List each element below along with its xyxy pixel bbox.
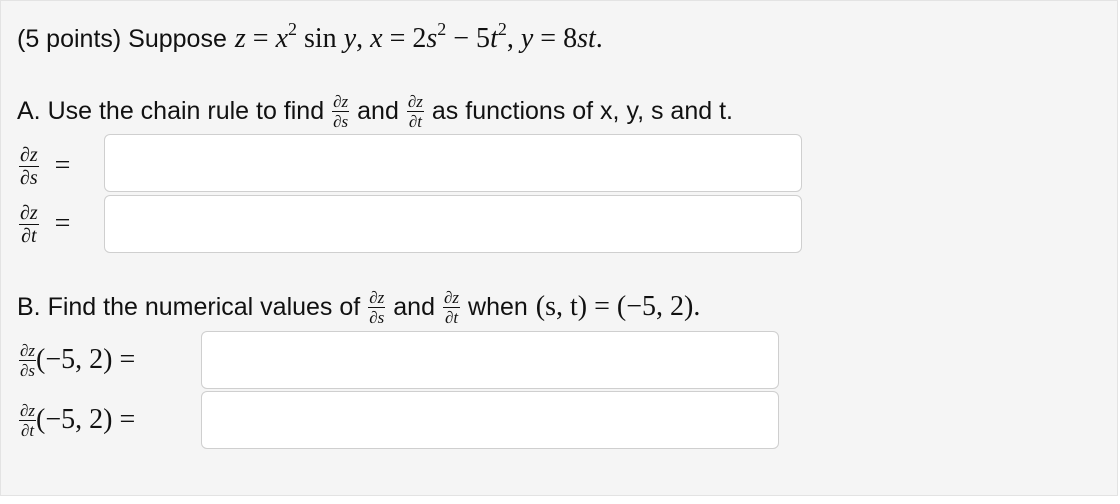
fraction-dz-dt: ∂z ∂t <box>442 287 461 327</box>
fraction-dz-dt: ∂z ∂t <box>19 400 37 440</box>
var-t: t <box>490 23 498 54</box>
numerator: ∂z <box>368 287 386 308</box>
part-b-prefix: B. Find the numerical values of <box>17 292 361 321</box>
denominator: ∂s <box>20 360 36 380</box>
denominator: ∂s <box>20 166 38 189</box>
equals-sign: = <box>54 208 71 239</box>
numerator: ∂z <box>19 340 37 361</box>
answer-row-dzds: ∂z ∂s = <box>19 141 70 191</box>
dzdt-input[interactable] <box>104 195 802 253</box>
part-a-suffix: as functions of x, y, s and t. <box>431 96 733 125</box>
var-z: z <box>234 23 246 54</box>
var-y-2: y <box>520 23 534 54</box>
var-y: y <box>343 23 357 54</box>
part-a-intro: A. Use the chain rule to find ∂z ∂s and … <box>17 89 733 133</box>
fraction-dz-dt: ∂z ∂t <box>406 91 424 131</box>
equals-2: = 2 <box>382 23 427 54</box>
value-row-dzdt: ∂z ∂t (−5, 2) = <box>19 395 135 445</box>
numerator: ∂z <box>19 201 39 225</box>
part-a-prefix: A. Use the chain rule to find <box>17 96 325 125</box>
denominator: ∂t <box>408 111 422 131</box>
sin-op: sin <box>297 23 344 54</box>
fraction-dz-ds: ∂z ∂s <box>332 91 350 131</box>
part-b-intro: B. Find the numerical values of ∂z ∂s an… <box>17 285 700 329</box>
question-header: (5 points) Suppose z = x2 sin y, x = 2s2… <box>17 19 603 59</box>
when-label: when <box>468 292 528 321</box>
points-label: (5 points) Suppose <box>17 24 227 53</box>
numerator: ∂z <box>406 91 424 112</box>
dzds-value-input[interactable] <box>201 331 779 389</box>
and-label: and <box>393 292 435 321</box>
period: . <box>595 23 603 54</box>
exponent-1: 2 <box>288 18 297 39</box>
header-equation: z = x2 sin y, x = 2s2 − 5t2, y = 8st. <box>234 20 603 55</box>
denominator: ∂t <box>20 420 35 440</box>
fraction-dz-ds: ∂z ∂s <box>19 340 37 380</box>
equals-sign: = <box>54 150 71 181</box>
question-panel: (5 points) Suppose z = x2 sin y, x = 2s2… <box>0 0 1118 496</box>
denominator: ∂t <box>444 307 459 327</box>
denominator: ∂t <box>21 224 37 247</box>
condition-math: (s, t) = (−5, 2). <box>535 291 701 322</box>
exponent-3: 2 <box>497 18 507 39</box>
dzdt-value-input[interactable] <box>201 391 779 449</box>
denominator: ∂s <box>369 307 385 327</box>
comma-1: , <box>356 23 371 54</box>
fraction-dz-ds: ∂z ∂s <box>19 145 39 188</box>
equals-3: = 8 <box>533 23 578 54</box>
fraction-dz-ds: ∂z ∂s <box>368 287 386 327</box>
var-s: s <box>426 23 438 54</box>
and-label: and <box>357 96 399 125</box>
numerator: ∂z <box>332 91 350 112</box>
dzds-input[interactable] <box>104 134 802 192</box>
minus-term: − 5 <box>446 23 491 54</box>
numerator: ∂z <box>19 400 37 421</box>
var-st: st <box>577 23 596 54</box>
point-label: (−5, 2) = <box>36 344 136 375</box>
point-label: (−5, 2) = <box>36 404 136 435</box>
var-x: x <box>275 23 288 54</box>
exponent-2: 2 <box>437 18 447 39</box>
value-row-dzds: ∂z ∂s (−5, 2) = <box>19 335 135 385</box>
equals-1: = <box>245 23 276 54</box>
numerator: ∂z <box>19 143 39 167</box>
denominator: ∂s <box>333 111 349 131</box>
numerator: ∂z <box>442 287 461 308</box>
answer-row-dzdt: ∂z ∂t = <box>19 199 70 249</box>
var-x-2: x <box>370 23 383 54</box>
comma-2: , <box>506 23 521 54</box>
fraction-dz-dt: ∂z ∂t <box>19 203 39 246</box>
